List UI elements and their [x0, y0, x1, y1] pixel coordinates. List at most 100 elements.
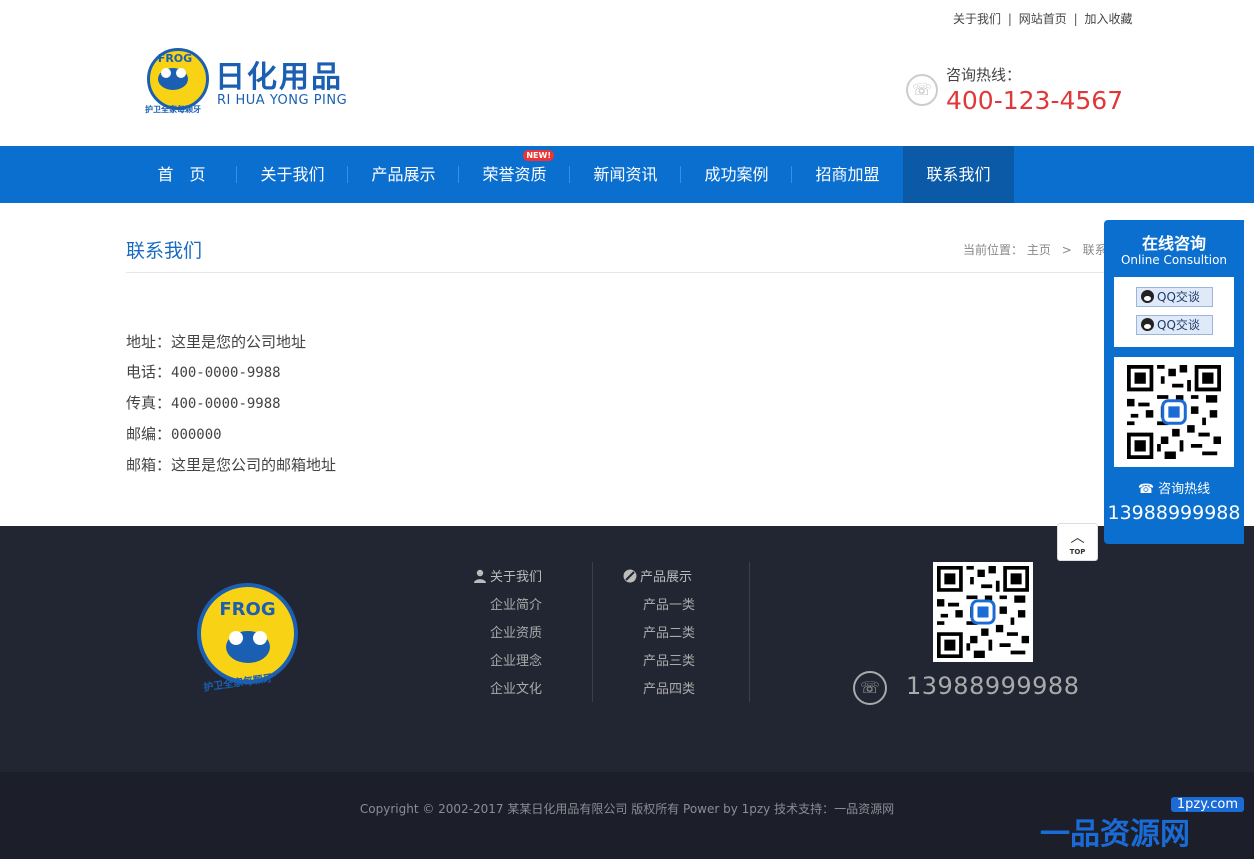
frog-eye-icon — [176, 68, 186, 78]
qq-chat-button[interactable]: QQ交谈 — [1136, 315, 1213, 335]
contact-label: 传真： — [126, 394, 172, 412]
top-link-bookmark[interactable]: 加入收藏 — [1084, 12, 1132, 26]
contact-label: 邮箱： — [126, 456, 172, 474]
watermark: 1pzy.com 一品资源网 — [1040, 797, 1250, 853]
hotline-number: 400-123-4567 — [946, 86, 1124, 115]
contact-address: 地址：这里是您的公司地址 — [126, 327, 336, 357]
qq-icon — [1141, 318, 1154, 331]
footer-link[interactable]: 企业文化 — [466, 676, 542, 704]
main-nav: 首 页 关于我们 产品展示 荣誉资质 NEW! 新闻资讯 成功案例 招商加盟 联系… — [0, 146, 1254, 203]
footer-link[interactable]: 产品二类 — [623, 620, 699, 648]
qq-icon — [1141, 290, 1154, 303]
logo-title-en: RI HUA YONG PING — [217, 93, 348, 108]
contact-phone: 电话：400-0000-9988 — [126, 357, 336, 388]
title-divider — [126, 272, 1128, 273]
qq-button-label: QQ交谈 — [1157, 318, 1200, 332]
contact-postcode: 邮编：000000 — [126, 419, 336, 450]
footer-col-products: 产品展示 产品一类 产品二类 产品三类 产品四类 — [623, 564, 699, 704]
back-to-top-label: TOP — [1069, 548, 1086, 556]
phone-icon: ☏ — [906, 74, 938, 106]
contact-value: 这里是您公司的邮箱地址 — [171, 456, 337, 474]
online-consult-panel: 在线咨询 Online Consultion QQ交谈 QQ交谈 ☎ 咨询热线 … — [1104, 220, 1244, 544]
hotline-label-text: 咨询热线 — [1158, 482, 1211, 497]
nav-item-contact[interactable]: 联系我们 — [903, 146, 1014, 203]
frog-eye-icon — [253, 631, 267, 645]
footer-qr-code — [933, 562, 1033, 662]
nav-label: 联系我们 — [926, 165, 991, 184]
breadcrumb-prefix: 当前位置： — [963, 243, 1024, 257]
new-badge: NEW! — [523, 150, 554, 161]
phone-icon: ☏ — [853, 671, 887, 705]
nav-item-about[interactable]: 关于我们 — [237, 146, 348, 203]
contact-value: 400-0000-9988 — [171, 396, 281, 412]
leaf-icon — [623, 566, 637, 583]
top-link-home[interactable]: 网站首页 — [1019, 12, 1067, 26]
footer-link[interactable]: 企业资质 — [466, 620, 542, 648]
breadcrumb-separator: > — [1061, 243, 1072, 257]
footer-col-head-label: 产品展示 — [640, 570, 693, 585]
watermark-text: 一品资源网 — [1040, 817, 1190, 852]
contact-value: 这里是您的公司地址 — [171, 333, 307, 351]
site-logo[interactable]: FROG 护卫全家每颗牙 日化用品 RI HUA YONG PING — [143, 46, 373, 126]
logo-title-cn: 日化用品 — [215, 60, 343, 95]
nav-label: 荣誉资质 — [482, 165, 547, 184]
top-link-about[interactable]: 关于我们 — [953, 12, 1001, 26]
qq-box: QQ交谈 QQ交谈 — [1114, 277, 1234, 347]
contact-email: 邮箱：这里是您公司的邮箱地址 — [126, 450, 336, 480]
nav-item-news[interactable]: 新闻资讯 — [570, 146, 681, 203]
footer: FROG 护卫全家每颗牙 关于我们 企业简介 企业资质 企业理念 企业文化 产品… — [0, 526, 1254, 772]
separator: | — [1073, 12, 1078, 26]
qr-code-icon — [937, 566, 1029, 658]
panel-title: 在线咨询 — [1141, 234, 1206, 253]
panel-subtitle: Online Consultion — [1120, 253, 1228, 267]
footer-link[interactable]: 产品三类 — [623, 648, 699, 676]
footer-link[interactable]: 产品一类 — [623, 592, 699, 620]
footer-link[interactable]: 产品四类 — [623, 676, 699, 704]
logo-slogan: 护卫全家每颗牙 — [145, 105, 201, 114]
footer-logo-badge: FROG — [219, 599, 276, 620]
frog-eye-icon — [161, 68, 171, 78]
contact-value: 400-0000-9988 — [171, 365, 281, 381]
nav-item-join[interactable]: 招商加盟 — [792, 146, 903, 203]
panel-qr-code — [1114, 357, 1234, 467]
user-icon — [473, 566, 487, 583]
nav-item-products[interactable]: 产品展示 — [348, 146, 459, 203]
nav-label: 首 页 — [157, 165, 206, 184]
contact-label: 地址： — [126, 333, 172, 351]
nav-label: 新闻资讯 — [593, 165, 658, 184]
qq-button-label: QQ交谈 — [1157, 290, 1200, 304]
back-to-top-button[interactable]: ︿ TOP — [1057, 523, 1098, 561]
footer-divider — [749, 562, 750, 702]
page-title: 联系我们 — [126, 240, 203, 262]
nav-item-cases[interactable]: 成功案例 — [681, 146, 792, 203]
footer-col-head[interactable]: 产品展示 — [623, 564, 699, 592]
qq-chat-button[interactable]: QQ交谈 — [1136, 287, 1213, 307]
chevron-up-icon: ︿ — [1070, 530, 1085, 546]
top-links: 关于我们 | 网站首页 | 加入收藏 — [953, 10, 1132, 27]
nav-item-home[interactable]: 首 页 — [126, 146, 237, 203]
footer-link[interactable]: 企业简介 — [466, 592, 542, 620]
footer-frog-logo-icon: FROG — [197, 583, 298, 684]
footer-col-head[interactable]: 关于我们 — [466, 564, 542, 592]
footer-col-about: 关于我们 企业简介 企业资质 企业理念 企业文化 — [466, 564, 542, 704]
footer-divider — [592, 562, 593, 702]
nav-item-honors[interactable]: 荣誉资质 NEW! — [459, 146, 570, 203]
separator: | — [1007, 12, 1012, 26]
breadcrumb-home-link[interactable]: 主页 — [1027, 243, 1051, 257]
contact-label: 电话： — [126, 363, 172, 381]
footer-link[interactable]: 企业理念 — [466, 648, 542, 676]
frog-eye-icon — [229, 631, 243, 645]
panel-hotline-number: 13988999988 — [1107, 502, 1241, 524]
nav-label: 成功案例 — [704, 165, 769, 184]
contact-value: 000000 — [171, 427, 222, 443]
panel-hotline-label: ☎ 咨询热线 — [1104, 478, 1244, 497]
nav-label: 招商加盟 — [815, 165, 880, 184]
telephone-icon: ☎ — [1137, 482, 1155, 497]
contact-fax: 传真：400-0000-9988 — [126, 388, 336, 419]
nav-label: 关于我们 — [260, 165, 325, 184]
contact-label: 邮编： — [126, 425, 172, 443]
nav-label: 产品展示 — [371, 165, 436, 184]
footer-col-head-label: 关于我们 — [489, 570, 542, 585]
logo-badge: FROG — [157, 52, 193, 65]
contact-info: 地址：这里是您的公司地址 电话：400-0000-9988 传真：400-000… — [126, 327, 336, 480]
